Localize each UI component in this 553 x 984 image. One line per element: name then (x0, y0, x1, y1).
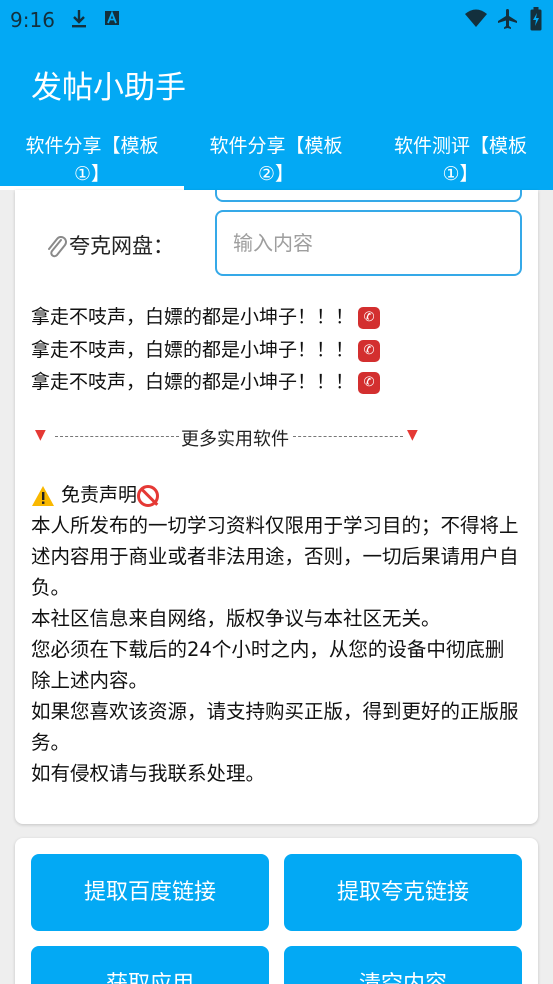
quark-input-box[interactable] (215, 210, 522, 276)
no-phone-icon: ✆ (358, 371, 381, 394)
clear-content-button[interactable]: 清空内容 (284, 946, 522, 984)
paperclip-icon (48, 236, 67, 258)
quark-label-row: 夸克网盘： (45, 230, 174, 260)
post-content-card: 夸克网盘： 拿走不吱声，白嫖的都是小坤子！！！✆ 拿走不吱声，白嫖的都是小坤子！… (15, 190, 538, 824)
tab-bar: 软件分享【模板 ①】 软件分享【模板 ②】 软件测评【模板 ①】 (0, 126, 553, 190)
tab-software-review-1[interactable]: 软件测评【模板 ①】 (368, 126, 553, 190)
battery-icon (530, 7, 542, 31)
status-time: 9:16 (10, 8, 55, 32)
disclaimer-body: 本人所发布的一切学习资料仅限用于学习目的；不得将上述内容用于商业或者非法用途，否… (31, 514, 519, 785)
red-triangle-down-icon: ▼ (35, 427, 46, 443)
get-app-button[interactable]: 获取应用 (31, 946, 269, 984)
notice-text: 拿走不吱声，白嫖的都是小坤子！！！ (31, 306, 355, 328)
quark-input[interactable] (217, 212, 520, 274)
extract-baidu-link-button[interactable]: 提取百度链接 (31, 854, 269, 931)
tab-software-share-2[interactable]: 软件分享【模板 ②】 (184, 126, 368, 190)
tab-label-line1: 软件分享【模板 (209, 135, 343, 157)
app-title: 发帖小助手 (31, 70, 186, 106)
divider-dash (55, 436, 179, 437)
more-software-divider: ▼ 更多实用软件 ▼ (35, 425, 430, 450)
tab-label-line1: 软件测评【模板 (393, 135, 527, 157)
extract-quark-link-button[interactable]: 提取夸克链接 (284, 854, 522, 931)
action-buttons-card: 提取百度链接 提取夸克链接 获取应用 清空内容 (15, 838, 538, 984)
divider-dash (293, 436, 403, 437)
tab-label-line2: ②】 (257, 163, 295, 185)
tab-label-line1: 软件分享【模板 (25, 135, 159, 157)
disclaimer-title: 免责声明 (61, 484, 138, 506)
status-bar: 9:16 (0, 0, 553, 38)
airplane-icon (498, 9, 517, 29)
notice-text: 拿走不吱声，白嫖的都是小坤子！！！ (31, 339, 355, 361)
notice-line: 拿走不吱声，白嫖的都是小坤子！！！ ✆ (31, 302, 381, 329)
tab-label-line2: ①】 (442, 163, 479, 185)
quark-label: 夸克网盘： (69, 234, 174, 258)
a-box-icon (105, 10, 119, 25)
red-triangle-down-icon: ▼ (407, 427, 418, 443)
divider-text: 更多实用软件 (181, 429, 289, 450)
previous-input-field[interactable] (215, 190, 522, 202)
tab-software-share-1[interactable]: 软件分享【模板 ①】 (0, 126, 184, 190)
no-phone-icon: ✆ (358, 339, 381, 362)
no-phone-icon: ✆ (358, 306, 381, 329)
wifi-icon (465, 9, 487, 27)
download-icon (72, 10, 86, 28)
disclaimer-title-row: 免责声明 (31, 480, 160, 507)
notice-text: 拿走不吱声，白嫖的都是小坤子！！！ (31, 371, 355, 393)
tab-label-line2: ①】 (73, 163, 111, 185)
app-bar: 发帖小助手 (0, 38, 553, 126)
prohibited-icon (137, 484, 160, 507)
notice-line: 拿走不吱声，白嫖的都是小坤子！！！ ✆ (31, 367, 381, 394)
notice-line: 拿走不吱声，白嫖的都是小坤子！！！ ✆ (31, 335, 381, 362)
warning-icon (32, 485, 54, 506)
